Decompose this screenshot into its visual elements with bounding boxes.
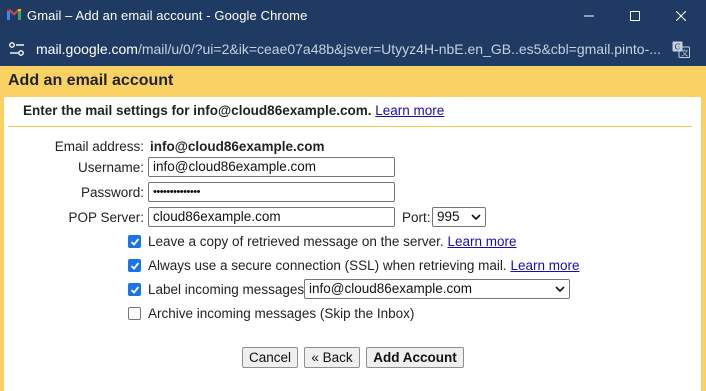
url-domain: mail.google.com bbox=[36, 41, 138, 57]
browser-title-bar: Gmail – Add an email account - Google Ch… bbox=[0, 0, 706, 32]
intro-learn-more-link[interactable]: Learn more bbox=[375, 103, 444, 118]
password-field[interactable]: •••••••••••••• bbox=[148, 182, 395, 202]
cancel-button[interactable]: Cancel bbox=[242, 347, 298, 368]
label-select-value: info@cloud86example.com bbox=[309, 281, 473, 296]
checkmark-icon bbox=[130, 286, 140, 294]
page-title: Add an email account bbox=[8, 72, 174, 89]
leave-copy-checkbox[interactable] bbox=[128, 235, 141, 248]
window-title: Gmail – Add an email account - Google Ch… bbox=[27, 8, 308, 23]
password-label: Password: bbox=[80, 185, 144, 200]
add-account-button[interactable]: Add Account bbox=[366, 347, 464, 368]
leave-copy-option: Leave a copy of retrieved message on the… bbox=[148, 234, 516, 249]
username-field[interactable]: info@cloud86example.com bbox=[148, 157, 395, 177]
email-address-value: info@cloud86example.com bbox=[150, 139, 325, 154]
pop-server-field[interactable]: cloud86example.com bbox=[148, 207, 395, 227]
intro-text: Enter the mail settings for info@cloud86… bbox=[23, 103, 444, 118]
label-incoming-label: Label incoming messages: bbox=[148, 282, 308, 297]
maximize-button[interactable] bbox=[612, 0, 658, 32]
ssl-learn-more-link[interactable]: Learn more bbox=[510, 258, 579, 273]
checkmark-icon bbox=[130, 262, 140, 270]
archive-checkbox[interactable] bbox=[128, 307, 141, 320]
email-address-label: Email address: bbox=[54, 139, 144, 154]
ssl-checkbox[interactable] bbox=[128, 259, 141, 272]
chevron-down-icon bbox=[471, 214, 481, 221]
username-label: Username: bbox=[77, 160, 144, 175]
checkmark-icon bbox=[130, 238, 140, 246]
port-select[interactable]: 995 bbox=[432, 207, 486, 227]
intro-label: Enter the mail settings for info@cloud86… bbox=[23, 103, 372, 118]
close-icon bbox=[676, 11, 686, 21]
url-path: /mail/u/0/?ui=2&ik=ceae07a48b&jsver=Utyy… bbox=[137, 41, 661, 57]
chevron-down-icon bbox=[555, 286, 565, 293]
archive-label: Archive incoming messages (Skip the Inbo… bbox=[148, 306, 415, 321]
settings-panel: Enter the mail settings for info@cloud86… bbox=[4, 97, 701, 391]
label-select[interactable]: info@cloud86example.com bbox=[304, 279, 570, 299]
divider bbox=[8, 126, 692, 127]
leave-copy-learn-more-link[interactable]: Learn more bbox=[447, 234, 516, 249]
site-settings-icon[interactable] bbox=[8, 41, 26, 57]
dialog-content: Add an email account Enter the mail sett… bbox=[0, 66, 706, 391]
label-incoming-checkbox[interactable] bbox=[128, 283, 141, 296]
pop-server-label: POP Server: bbox=[68, 210, 144, 225]
translate-icon[interactable]: G 文 bbox=[672, 41, 690, 58]
minimize-button[interactable] bbox=[566, 0, 612, 32]
gmail-logo-icon bbox=[7, 9, 21, 20]
leave-copy-label: Leave a copy of retrieved message on the… bbox=[148, 234, 444, 249]
back-button[interactable]: « Back bbox=[304, 347, 360, 368]
maximize-icon bbox=[630, 11, 640, 21]
address-bar[interactable]: mail.google.com/mail/u/0/?ui=2&ik=ceae07… bbox=[0, 32, 706, 66]
minimize-icon bbox=[584, 15, 594, 17]
port-value: 995 bbox=[437, 209, 460, 224]
ssl-label: Always use a secure connection (SSL) whe… bbox=[148, 258, 507, 273]
close-button[interactable] bbox=[658, 0, 704, 32]
url-text[interactable]: mail.google.com/mail/u/0/?ui=2&ik=ceae07… bbox=[36, 41, 666, 57]
port-label: Port: bbox=[402, 210, 431, 225]
ssl-option: Always use a secure connection (SSL) whe… bbox=[148, 258, 579, 273]
svg-text:文: 文 bbox=[681, 48, 689, 58]
